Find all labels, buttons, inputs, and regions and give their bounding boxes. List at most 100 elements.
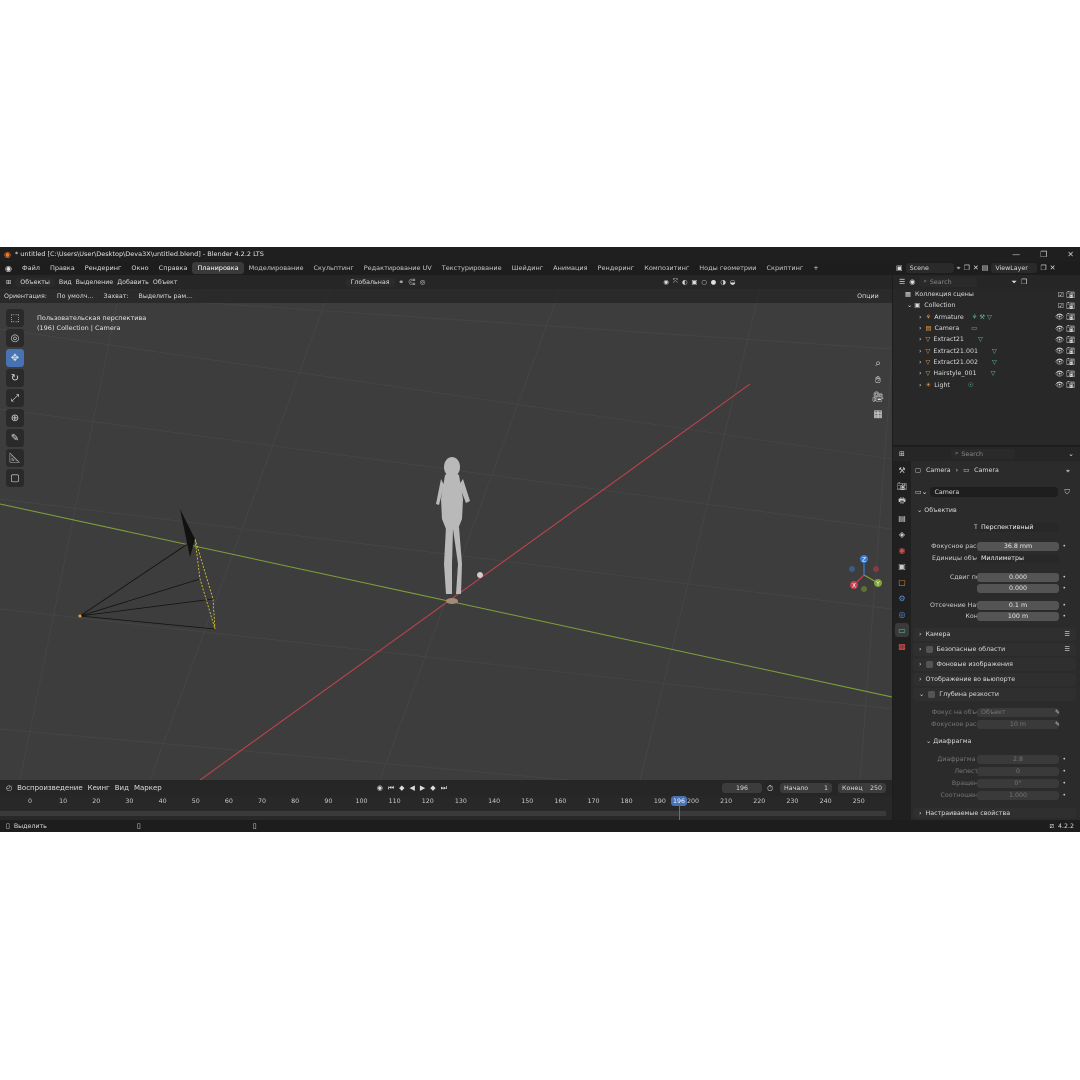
panel-list-icon[interactable]: ☰	[1064, 631, 1070, 638]
pin-icon[interactable]: ⌖	[1066, 467, 1070, 476]
clip-start-field[interactable]: 0.1 m	[977, 601, 1059, 610]
outliner-root-row[interactable]: ▦ Коллекция сцены ☑ 📷︎	[893, 289, 1080, 300]
outliner-item-row[interactable]: › ▤ Camera ▭ 👁︎ 📷︎	[893, 323, 1080, 334]
safe-areas-checkbox[interactable]	[925, 646, 933, 653]
display-mode-icon[interactable]: ◉	[909, 278, 915, 286]
pin-icon[interactable]: ⌖	[957, 264, 961, 273]
new-view-layer-icon[interactable]: ❐	[1040, 264, 1046, 272]
menu-edit[interactable]: Правка	[45, 264, 80, 272]
ratio-field[interactable]: 1.000	[977, 791, 1059, 800]
keyframe-dot-icon[interactable]: •	[1062, 613, 1066, 620]
menu-file[interactable]: Файл	[17, 264, 45, 272]
orientation-dropdown[interactable]: По умолч...	[51, 291, 99, 301]
play-reverse-icon[interactable]: ◀	[410, 784, 415, 792]
properties-options-icon[interactable]: ⌄	[1068, 450, 1074, 458]
new-scene-icon[interactable]: ❐	[964, 264, 970, 272]
outliner-item-row[interactable]: › ▽ Extract21.002 ▽ 👁︎ 📷︎	[893, 357, 1080, 368]
visibility-eye-icon[interactable]: 👁︎	[1055, 370, 1064, 378]
physics-tab-icon[interactable]: ◎	[895, 607, 909, 621]
safe-areas-panel[interactable]: › Безопасные области ☰	[913, 643, 1076, 656]
rotate-tool[interactable]: ↻	[6, 369, 24, 387]
rotation-field[interactable]: 0°	[977, 779, 1059, 788]
move-tool[interactable]: ✥	[6, 349, 24, 367]
dof-checkbox[interactable]	[928, 691, 936, 698]
select-menu[interactable]: Выделение	[76, 279, 114, 286]
tab-shading[interactable]: Шейдинг	[507, 262, 549, 274]
shift-x-field[interactable]: 0.000	[977, 573, 1059, 582]
pan-hand-icon[interactable]: ✋︎	[870, 372, 886, 388]
view-layer-field[interactable]: ViewLayer	[991, 263, 1038, 273]
datablock-browse-icon[interactable]: ▭⌄	[915, 488, 927, 496]
shading-material-icon[interactable]: ◑	[720, 279, 726, 286]
output-tab-icon[interactable]: 🖶	[895, 495, 909, 509]
maximize-button[interactable]: ❐	[1040, 250, 1047, 259]
menu-help[interactable]: Справка	[154, 264, 193, 272]
expand-arrow-icon[interactable]: ›	[919, 325, 922, 332]
xray-toggle-icon[interactable]: ▣	[691, 279, 697, 286]
tab-sculpting[interactable]: Скульптинг	[309, 262, 359, 274]
measure-tool[interactable]: 📐︎	[6, 449, 24, 467]
background-images-panel[interactable]: › Фоновые изображения	[913, 658, 1076, 671]
transform-orientation-dropdown[interactable]: Глобальная	[345, 277, 395, 287]
render-camera-icon[interactable]: 📷︎	[1066, 370, 1075, 378]
outliner-item-row[interactable]: › ▽ Extract21 ▽ 👁︎ 📷︎	[893, 334, 1080, 345]
keyframe-dot-icon[interactable]: •	[1062, 585, 1066, 592]
visibility-eye-icon[interactable]: 👁︎	[1055, 381, 1064, 389]
properties-search-input[interactable]: ⌕ Search	[950, 449, 1015, 459]
tool-tab-icon[interactable]: ⚒	[895, 463, 909, 477]
jump-end-icon[interactable]: ⏭	[441, 784, 447, 793]
options-dropdown[interactable]: Опции	[852, 291, 884, 301]
delete-scene-icon[interactable]: ✕	[973, 264, 979, 272]
grab-dropdown[interactable]: Выделить рам...	[133, 291, 198, 301]
overlay-toggle-icon[interactable]: ◐	[682, 279, 688, 286]
timeline-scrollbar[interactable]	[0, 811, 886, 816]
transform-tool[interactable]: ⊕	[6, 409, 24, 427]
camera-data-tab-icon[interactable]: ▭	[895, 623, 909, 637]
object-tab-icon[interactable]: ▢	[895, 575, 909, 589]
scene-tab-icon[interactable]: ◈	[895, 527, 909, 541]
render-camera-icon[interactable]: 📷︎	[1066, 325, 1075, 333]
proportional-edit-icon[interactable]: ◎	[420, 279, 426, 286]
outliner-item-row[interactable]: › ⚘ Armature ⚘ ⚒ ▽ 👁︎ 📷︎	[893, 312, 1080, 323]
keyframe-dot-icon[interactable]: •	[1062, 780, 1066, 787]
lens-units-dropdown[interactable]: Миллиметры	[977, 554, 1059, 563]
keyframe-dot-icon[interactable]: •	[1062, 543, 1066, 550]
add-workspace-icon[interactable]: +	[808, 264, 823, 272]
tab-uv-editing[interactable]: Редактирование UV	[359, 262, 437, 274]
playback-menu[interactable]: Воспроизведение	[17, 784, 83, 792]
blender-menu-icon[interactable]: ◉	[0, 264, 17, 273]
annotate-tool[interactable]: ✎	[6, 429, 24, 447]
view-menu[interactable]: Вид	[59, 279, 72, 286]
scene-name-field[interactable]: Scene	[905, 263, 954, 273]
outliner-collection-row[interactable]: ⌄ ▣ Collection ☑ 📷︎	[893, 300, 1080, 311]
visibility-eye-icon[interactable]: 👁︎	[1055, 336, 1064, 344]
outliner-item-row[interactable]: › ▽ Extract21.001 ▽ 👁︎ 📷︎	[893, 345, 1080, 356]
tab-modeling[interactable]: Моделирование	[244, 262, 309, 274]
snap-icon[interactable]: 🧲︎	[408, 278, 416, 286]
keyframe-dot-icon[interactable]: •	[1062, 792, 1066, 799]
timeline-editor-icon[interactable]: ◴	[6, 784, 12, 792]
depth-of-field-panel[interactable]: ⌄ Глубина резкости	[913, 688, 1076, 701]
fstop-field[interactable]: 2.8	[977, 755, 1059, 764]
aperture-section-header[interactable]: ⌄ Диафрагма	[926, 738, 971, 745]
tab-texture-paint[interactable]: Текстурирование	[437, 262, 507, 274]
tab-rendering[interactable]: Рендеринг	[593, 262, 640, 274]
editor-type-icon[interactable]: ⊞	[6, 279, 11, 286]
view-layer-tab-icon[interactable]: ▤	[895, 511, 909, 525]
eyedropper-icon[interactable]: ✎	[1055, 721, 1060, 728]
tab-layout[interactable]: Планировка	[192, 262, 244, 274]
outliner-editor-icon[interactable]: ☰	[899, 278, 905, 286]
frame-start-field[interactable]: Начало 1	[780, 783, 832, 793]
world-tab-icon[interactable]: ◉	[895, 543, 909, 557]
minimize-button[interactable]: —	[1012, 250, 1020, 259]
axis-gizmo[interactable]: Z Y X	[842, 553, 886, 597]
texture-tab-icon[interactable]: ▩	[895, 639, 909, 653]
collection-tab-icon[interactable]: ▣	[895, 559, 909, 573]
eyedropper-icon[interactable]: ✎	[1055, 709, 1060, 716]
frame-end-field[interactable]: Конец 250	[838, 783, 886, 793]
tab-animation[interactable]: Анимация	[548, 262, 592, 274]
next-keyframe-icon[interactable]: ◆	[430, 784, 435, 792]
expand-arrow-icon[interactable]: ›	[919, 359, 922, 366]
root-checkbox-icon[interactable]: ☑	[1058, 291, 1064, 299]
expand-arrow-icon[interactable]: ›	[919, 370, 922, 377]
